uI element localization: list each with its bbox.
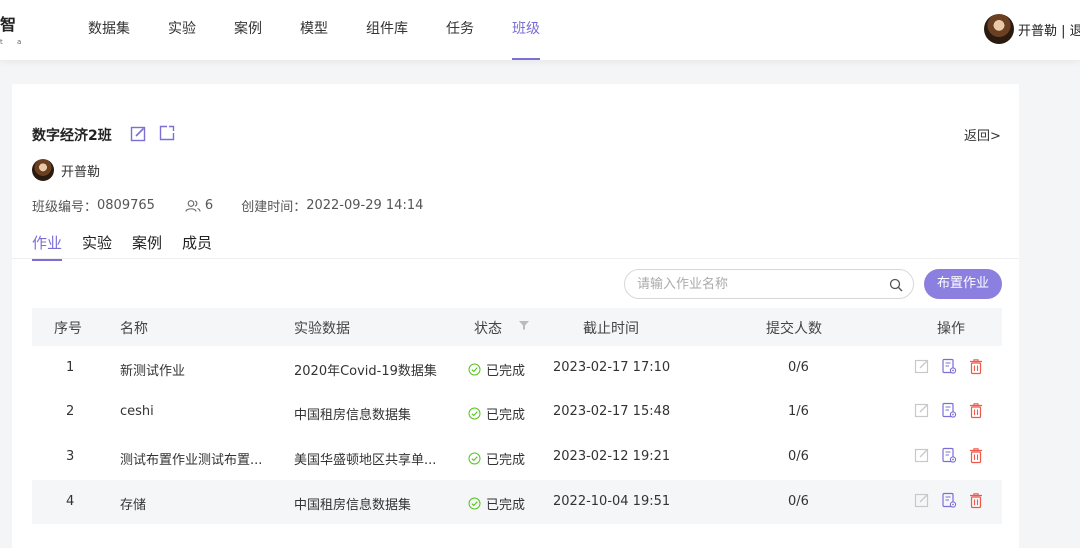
- table-row: 2 ceshi 中国租房信息数据集 已完成 2023-02-17 15:48 1…: [32, 390, 1002, 434]
- filter-icon[interactable]: [518, 319, 530, 335]
- logo-subtitle: t a: [0, 38, 28, 46]
- col-deadline: 截止时间: [583, 321, 639, 337]
- row-index: 1: [66, 360, 75, 375]
- tab-homework[interactable]: 作业: [32, 232, 63, 261]
- tab-cases[interactable]: 案例: [132, 232, 162, 258]
- nav-item-experiments[interactable]: 实验: [168, 0, 196, 60]
- class-code-label: 班级编号：: [32, 200, 98, 215]
- row-name[interactable]: 测试布置作业测试布置...: [120, 449, 262, 468]
- view-icon[interactable]: [941, 492, 959, 510]
- nav-item-models[interactable]: 模型: [300, 0, 328, 60]
- delete-icon[interactable]: [968, 492, 986, 510]
- nav-item-cases[interactable]: 案例: [234, 0, 262, 60]
- view-icon[interactable]: [941, 358, 959, 376]
- view-icon[interactable]: [941, 447, 959, 465]
- row-actions: [914, 402, 995, 420]
- row-actions: [914, 447, 995, 465]
- nav-item-datasets[interactable]: 数据集: [88, 0, 130, 60]
- status-text: 已完成: [486, 408, 526, 423]
- tab-members[interactable]: 成员: [182, 232, 212, 258]
- share-icon[interactable]: [158, 124, 176, 146]
- row-deadline: 2022-10-04 19:51: [553, 494, 671, 509]
- col-status: 状态: [474, 321, 502, 337]
- owner-name: 开普勒: [61, 164, 101, 180]
- status-text: 已完成: [486, 453, 526, 468]
- view-icon[interactable]: [941, 402, 959, 420]
- assign-homework-button[interactable]: 布置作业: [924, 269, 1002, 299]
- status-text: 已完成: [486, 364, 526, 379]
- row-actions: [914, 492, 995, 510]
- table-header: 序号 名称 实验数据 状态 截止时间 提交人数 操作: [32, 308, 1002, 346]
- row-submitted: 1/6: [788, 404, 809, 419]
- row-name[interactable]: 新测试作业: [120, 360, 185, 379]
- status-badge: 已完成: [468, 360, 525, 379]
- row-actions: [914, 358, 995, 376]
- table-row: 4 存储 中国租房信息数据集 已完成 2022-10-04 19:51 0/6: [32, 480, 1002, 524]
- row-dataset: 中国租房信息数据集: [294, 408, 412, 423]
- edit-icon[interactable]: [130, 125, 147, 146]
- row-index: 2: [66, 404, 75, 419]
- delete-icon[interactable]: [968, 358, 986, 376]
- col-actions: 操作: [937, 321, 965, 337]
- class-title: 数字经济2班: [32, 128, 112, 144]
- status-badge: 已完成: [468, 449, 525, 468]
- logo[interactable]: 智: [0, 16, 16, 34]
- user-menu[interactable]: 开普勒 | 退: [984, 14, 1080, 44]
- row-name[interactable]: ceshi: [120, 404, 154, 419]
- check-circle-icon: [468, 363, 481, 376]
- created-label: 创建时间：: [241, 200, 307, 215]
- row-name[interactable]: 存储: [120, 494, 146, 513]
- created-time: 2022-09-29 14:14: [306, 198, 424, 213]
- status-badge: 已完成: [468, 494, 525, 513]
- class-meta: 班级编号： 0809765 6 创建时间： 2022-09-29 14:14: [32, 196, 423, 215]
- back-link[interactable]: 返回>: [964, 125, 1001, 144]
- class-tabs: 作业 实验 案例 成员: [32, 232, 232, 261]
- row-submitted: 0/6: [788, 449, 809, 464]
- table-row: 3 测试布置作业测试布置... 美国华盛顿地区共享单... 已完成 2023-0…: [32, 435, 1002, 479]
- status-badge: 已完成: [468, 404, 525, 423]
- avatar[interactable]: [984, 14, 1014, 44]
- top-navbar: 智 t a 数据集 实验 案例 模型 组件库 任务 班级 开普勒 | 退: [0, 0, 1080, 60]
- row-index: 3: [66, 449, 75, 464]
- member-count: 6: [204, 198, 214, 213]
- col-dataset: 实验数据: [294, 321, 350, 337]
- row-index: 4: [66, 494, 75, 509]
- delete-icon[interactable]: [968, 402, 986, 420]
- check-circle-icon: [468, 452, 481, 465]
- owner-avatar: [32, 159, 54, 181]
- row-submitted: 0/6: [788, 494, 809, 509]
- row-deadline: 2023-02-12 19:21: [553, 449, 671, 464]
- class-code: 0809765: [97, 198, 155, 213]
- search-icon[interactable]: [889, 277, 903, 296]
- col-index: 序号: [54, 321, 82, 337]
- delete-icon[interactable]: [968, 447, 986, 465]
- edit-icon[interactable]: [914, 358, 932, 376]
- col-submitted: 提交人数: [766, 321, 822, 337]
- check-circle-icon: [468, 497, 481, 510]
- nav-item-tasks[interactable]: 任务: [446, 0, 474, 60]
- col-name: 名称: [120, 321, 148, 337]
- user-name[interactable]: 开普勒 | 退: [1018, 20, 1080, 39]
- row-dataset: 美国华盛顿地区共享单...: [294, 453, 437, 468]
- nav-item-components[interactable]: 组件库: [366, 0, 408, 60]
- tab-experiments[interactable]: 实验: [82, 232, 112, 258]
- row-deadline: 2023-02-17 17:10: [553, 360, 671, 375]
- nav-item-classes[interactable]: 班级: [512, 0, 540, 60]
- row-dataset: 2020年Covid-19数据集: [294, 364, 437, 379]
- search-input[interactable]: [624, 269, 914, 299]
- class-owner: 开普勒: [32, 159, 100, 181]
- row-submitted: 0/6: [788, 360, 809, 375]
- check-circle-icon: [468, 407, 481, 420]
- edit-icon[interactable]: [914, 447, 932, 465]
- edit-icon[interactable]: [914, 402, 932, 420]
- status-text: 已完成: [486, 498, 526, 513]
- row-dataset: 中国租房信息数据集: [294, 498, 412, 513]
- row-deadline: 2023-02-17 15:48: [553, 404, 671, 419]
- edit-icon[interactable]: [914, 492, 932, 510]
- members-icon: [185, 199, 201, 213]
- tabs-divider: [12, 258, 1019, 259]
- table-row: 1 新测试作业 2020年Covid-19数据集 已完成 2023-02-17 …: [32, 346, 1002, 390]
- main-nav: 数据集 实验 案例 模型 组件库 任务 班级: [88, 0, 578, 60]
